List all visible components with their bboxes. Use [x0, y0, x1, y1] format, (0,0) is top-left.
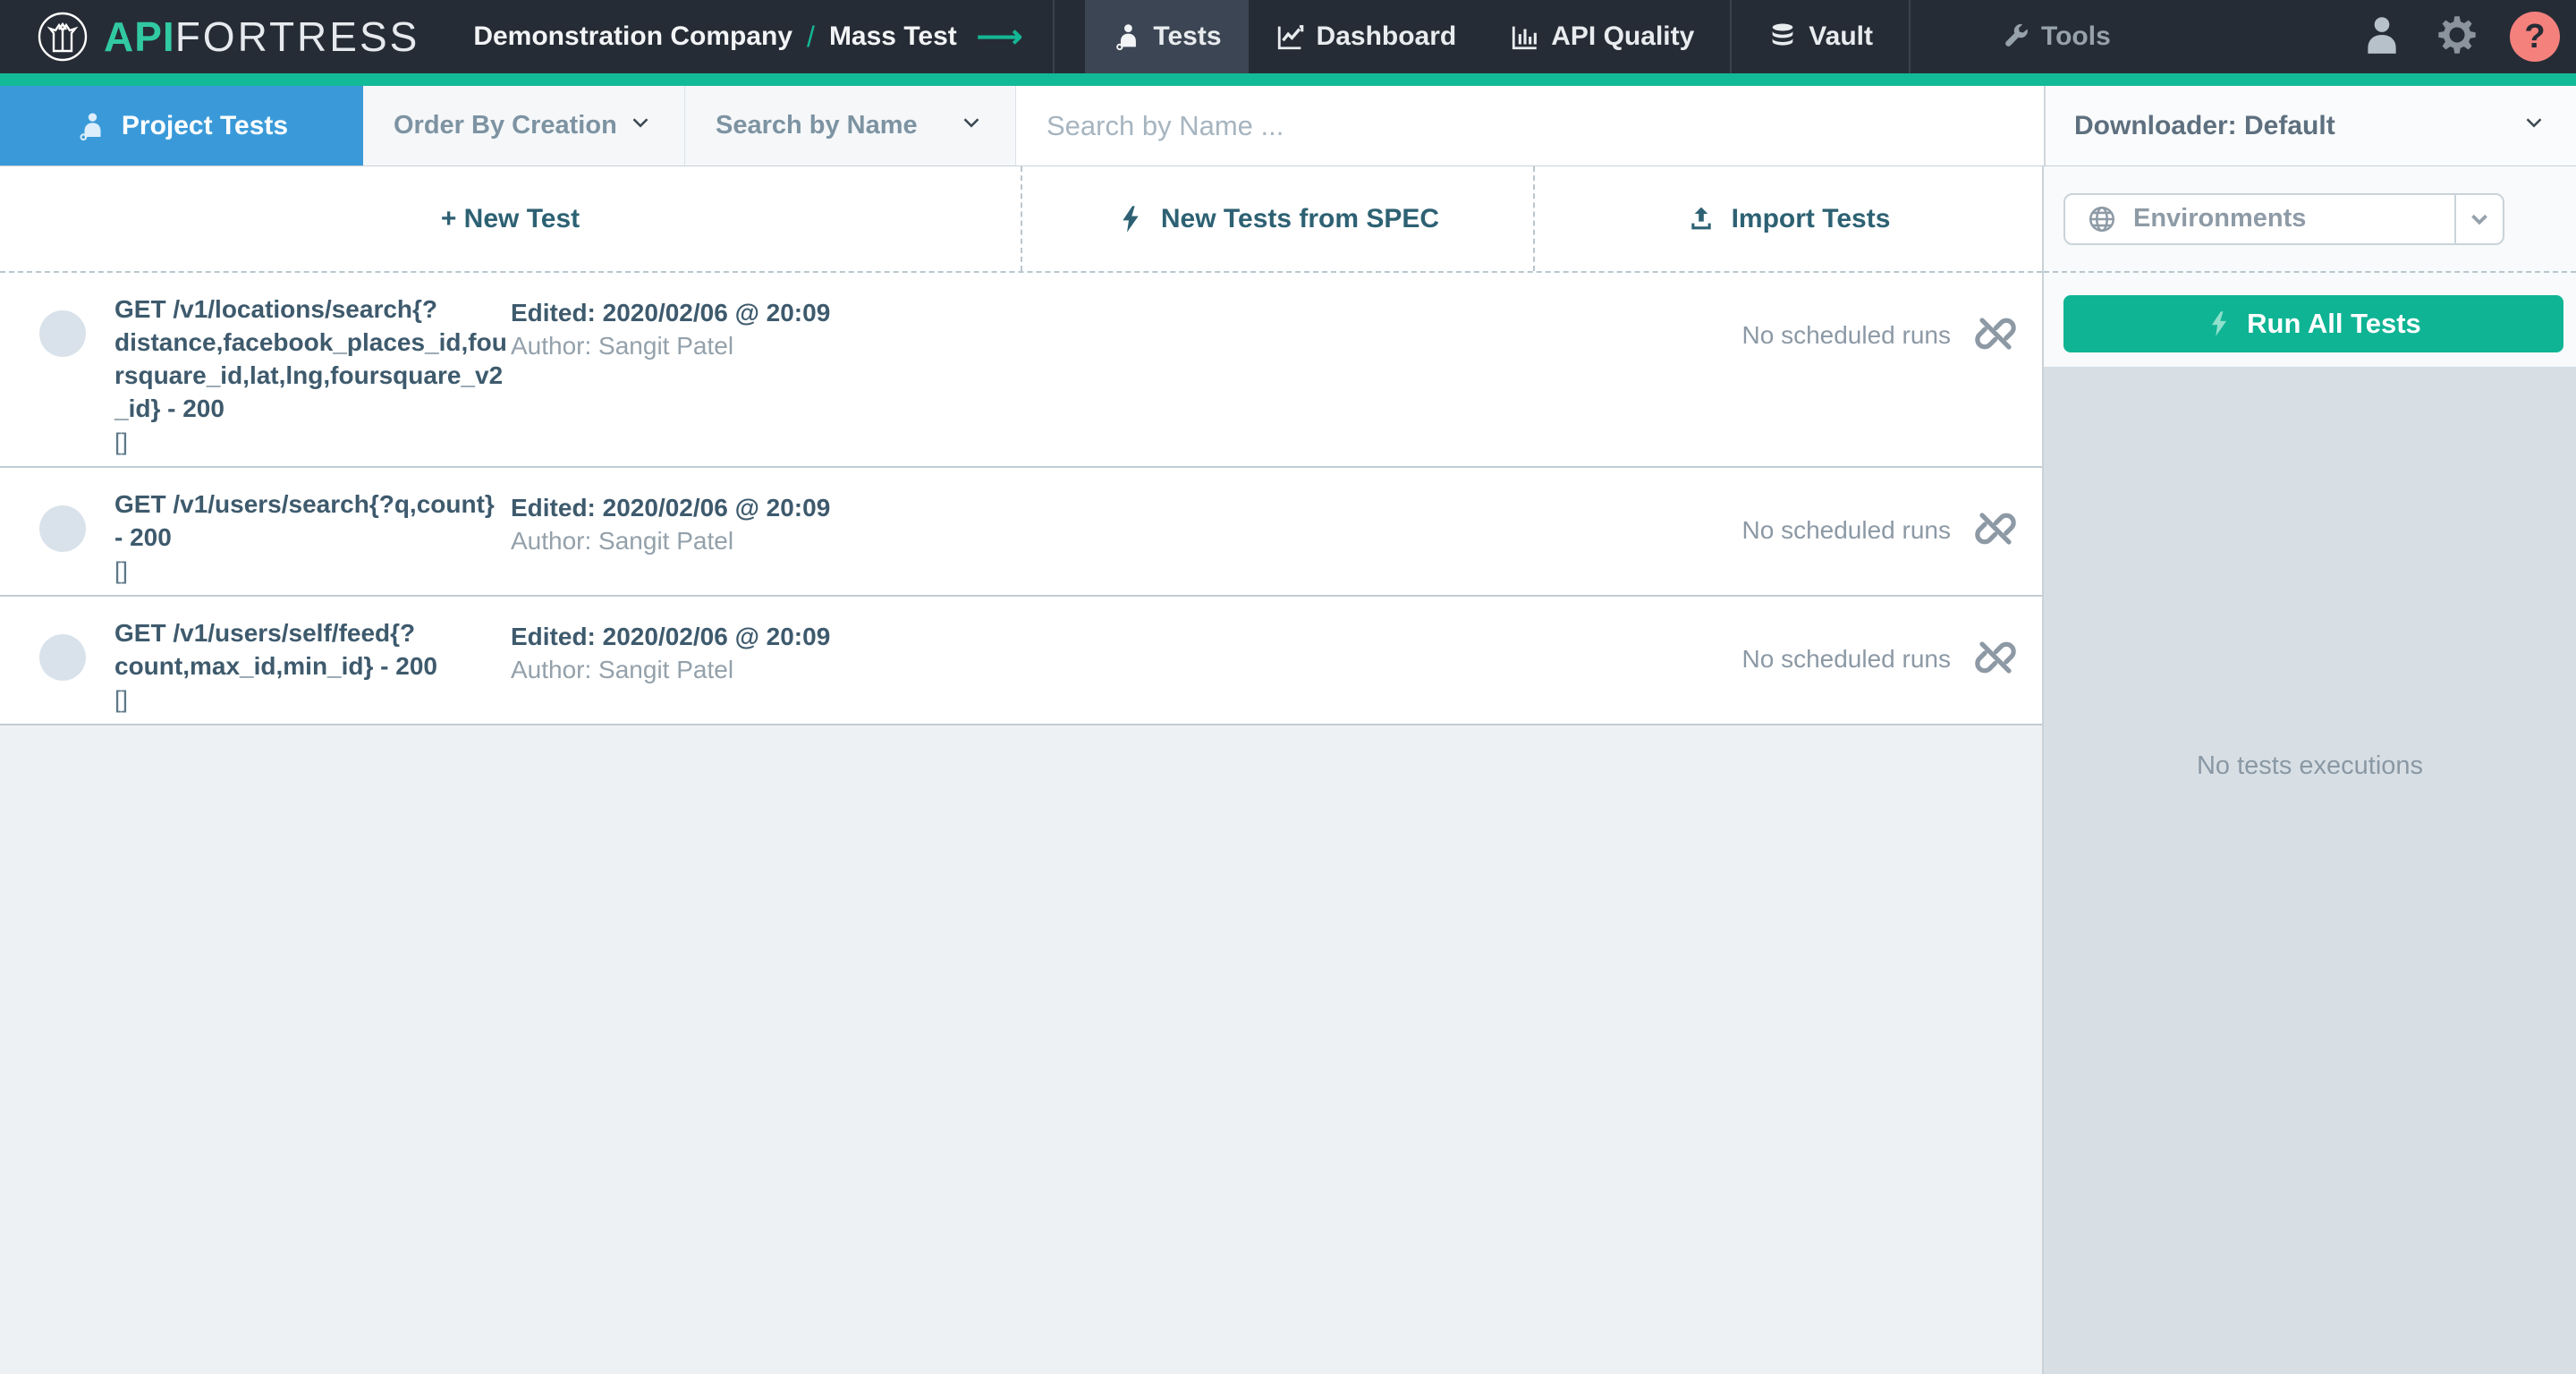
lightning-icon	[1123, 205, 1139, 233]
test-title[interactable]: GET /v1/locations/search{?distance,faceb…	[114, 293, 508, 425]
breadcrumb-project[interactable]: Mass Test	[829, 21, 957, 52]
test-row[interactable]: GET /v1/locations/search{?distance,faceb…	[0, 273, 2042, 468]
tab-dashboard-label: Dashboard	[1316, 21, 1457, 51]
test-author: Author: Sangit Patel	[511, 527, 734, 555]
lightning-icon	[2212, 311, 2227, 336]
navbar-divider	[1053, 0, 1055, 73]
settings-gear-icon[interactable]	[2433, 11, 2481, 64]
tab-api-quality[interactable]: API Quality	[1483, 0, 1721, 73]
schedule-status: No scheduled runs	[1741, 645, 1951, 673]
environments-select[interactable]: Environments	[2063, 192, 2504, 245]
tests-list: GET /v1/locations/search{?distance,faceb…	[0, 273, 2042, 725]
search-mode-dropdown[interactable]: Search by Name	[685, 86, 1016, 165]
tools-wrench-icon	[2005, 24, 2028, 47]
new-test-button[interactable]: + New Test	[0, 166, 1022, 271]
vault-database-icon	[1772, 23, 1793, 46]
fortress-logo-icon	[38, 12, 88, 62]
test-tags: []	[114, 686, 129, 713]
tab-dashboard[interactable]: Dashboard	[1249, 0, 1484, 73]
import-tests-button[interactable]: Import Tests	[1535, 166, 2042, 271]
navbar-tabs: Tests Dashboard API Quality	[1085, 0, 1721, 73]
tab-tests[interactable]: Tests	[1085, 0, 1249, 73]
downloader-dropdown[interactable]: Downloader: Default	[2044, 86, 2576, 165]
tab-api-quality-label: API Quality	[1551, 21, 1695, 51]
run-all-row: Run All Tests	[2044, 273, 2576, 367]
test-actions-bar: + New Test New Tests from SPEC Import Te…	[0, 166, 2042, 273]
schedule-status: No scheduled runs	[1741, 321, 1951, 349]
tests-main-column: + New Test New Tests from SPEC Import Te…	[0, 166, 2044, 1374]
brand-text: APIFORTRESS	[104, 13, 419, 61]
filter-bar: Project Tests Order By Creation Search b…	[0, 86, 2576, 166]
environments-label: Environments	[2133, 204, 2307, 233]
environments-chevron[interactable]	[2454, 194, 2503, 243]
test-avatar	[39, 634, 86, 681]
help-icon[interactable]: ?	[2510, 12, 2560, 62]
top-navbar: APIFORTRESS Demonstration Company / Mass…	[0, 0, 2576, 73]
upload-icon	[1690, 207, 1711, 229]
no-executions-text: No tests executions	[2196, 751, 2424, 780]
navbar-divider	[1909, 0, 1911, 73]
chevron-down-icon	[627, 109, 654, 143]
test-author: Author: Sangit Patel	[511, 332, 734, 360]
tests-person-icon	[1116, 24, 1137, 51]
chevron-down-icon	[958, 109, 985, 143]
content-area: + New Test New Tests from SPEC Import Te…	[0, 166, 2576, 1374]
project-tests-tab[interactable]: Project Tests	[0, 86, 363, 165]
test-avatar	[39, 310, 86, 357]
import-tests-label: Import Tests	[1731, 203, 1891, 233]
chevron-down-icon	[2521, 109, 2547, 143]
downloader-value: Downloader: Default	[2074, 110, 2335, 140]
account-icon[interactable]	[2360, 13, 2404, 62]
empty-list-area	[0, 725, 2042, 1374]
project-tests-person-icon	[80, 112, 101, 140]
executions-panel: Environments Run All Tests No tests exec…	[2044, 166, 2576, 1374]
breadcrumb-company[interactable]: Demonstration Company	[473, 21, 792, 52]
api-quality-bars-icon	[1513, 26, 1538, 50]
unlink-icon[interactable]	[1974, 293, 2017, 360]
breadcrumb: Demonstration Company / Mass Test ⟶	[473, 18, 1022, 55]
navbar-divider	[1730, 0, 1733, 73]
schedule-status: No scheduled runs	[1741, 516, 1951, 544]
order-by-dropdown[interactable]: Order By Creation	[363, 86, 685, 165]
run-all-tests-button[interactable]: Run All Tests	[2063, 295, 2563, 352]
order-by-value: Order By Creation	[394, 111, 617, 140]
new-tests-from-spec-button[interactable]: New Tests from SPEC	[1022, 166, 1535, 271]
breadcrumb-separator: /	[807, 20, 815, 53]
test-edited: Edited: 2020/02/06 @ 20:09	[511, 623, 831, 650]
globe-icon	[2089, 206, 2115, 232]
dashboard-chart-icon	[1277, 25, 1303, 50]
search-input[interactable]	[1016, 109, 2044, 142]
test-tags: []	[114, 428, 129, 455]
test-tags: []	[114, 557, 129, 584]
test-row[interactable]: GET /v1/users/search{?q,count} - 200 [] …	[0, 468, 2042, 597]
run-all-tests-label: Run All Tests	[2247, 308, 2421, 339]
environments-row: Environments	[2044, 166, 2576, 273]
brand-api: API	[104, 13, 175, 60]
tab-tools-label: Tools	[2041, 21, 2111, 51]
unlink-icon[interactable]	[1974, 488, 2017, 555]
breadcrumb-arrow-icon[interactable]: ⟶	[977, 18, 1023, 55]
tab-vault[interactable]: Vault	[1741, 21, 1900, 52]
apifortress-logo[interactable]: APIFORTRESS	[36, 10, 419, 64]
navbar-right-icons: ?	[2360, 11, 2560, 64]
project-tests-label: Project Tests	[121, 110, 289, 140]
brand-fortress: FORTRESS	[174, 13, 420, 60]
test-author: Author: Sangit Patel	[511, 656, 734, 683]
tab-tests-label: Tests	[1153, 21, 1222, 51]
tab-tools[interactable]: Tools	[1973, 21, 2138, 52]
test-edited: Edited: 2020/02/06 @ 20:09	[511, 299, 831, 327]
new-test-label: + New Test	[440, 203, 580, 233]
unlink-icon[interactable]	[1974, 616, 2017, 683]
new-tests-from-spec-label: New Tests from SPEC	[1160, 203, 1440, 233]
tab-vault-label: Vault	[1809, 21, 1873, 51]
test-avatar	[39, 505, 86, 552]
executions-empty-area: No tests executions	[2044, 367, 2576, 1374]
test-edited: Edited: 2020/02/06 @ 20:09	[511, 494, 831, 522]
test-title[interactable]: GET /v1/users/search{?q,count} - 200	[114, 488, 508, 554]
teal-accent-strip	[0, 73, 2576, 86]
search-mode-value: Search by Name	[716, 111, 918, 140]
search-field-wrap	[1016, 86, 2044, 165]
test-row[interactable]: GET /v1/users/self/feed{?count,max_id,mi…	[0, 597, 2042, 725]
test-title[interactable]: GET /v1/users/self/feed{?count,max_id,mi…	[114, 616, 508, 683]
